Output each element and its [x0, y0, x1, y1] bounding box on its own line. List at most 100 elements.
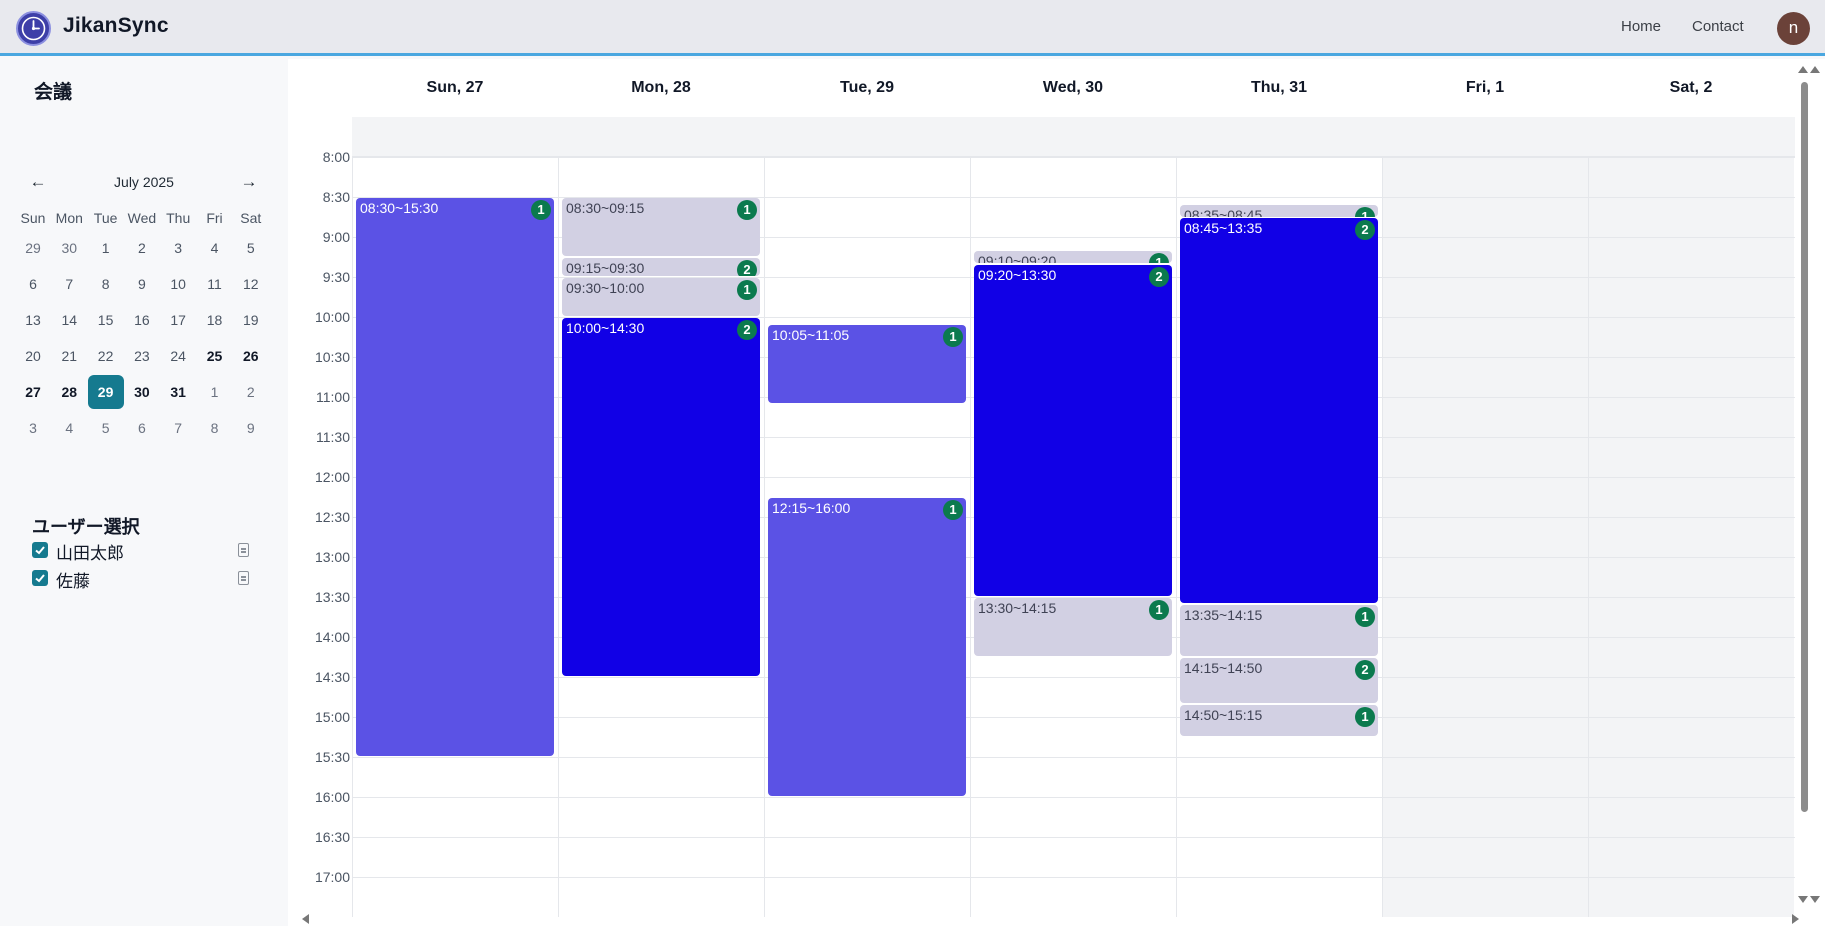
user-row[interactable]: 山田太郎	[32, 539, 258, 563]
calendar-event[interactable]: 08:45~13:35 2	[1180, 218, 1378, 603]
calendar-event[interactable]: 13:30~14:15 1	[974, 598, 1172, 656]
day-header[interactable]: Wed, 30	[970, 79, 1176, 97]
document-icon[interactable]	[238, 571, 249, 585]
time-label: 13:30	[314, 589, 350, 605]
day-header[interactable]: Tue, 29	[764, 79, 970, 97]
vertical-scrollbar[interactable]	[1797, 64, 1811, 904]
calendar-day[interactable]: 2	[233, 375, 269, 409]
scroll-left-icon[interactable]	[302, 914, 309, 924]
calendar-day[interactable]: 5	[233, 231, 269, 265]
calendar-grid[interactable]: 08:30~15:30 1 08:30~09:15 1 09:15~09:30 2 09:3…	[352, 117, 1795, 917]
calendar-day[interactable]: 22	[88, 339, 124, 373]
calendar-day[interactable]: 31	[160, 375, 196, 409]
calendar-event[interactable]: 13:35~14:15 1	[1180, 604, 1378, 656]
participant-count-badge: 1	[1355, 706, 1375, 727]
clock-logo-icon[interactable]	[16, 11, 51, 46]
user-row[interactable]: 佐藤	[32, 567, 258, 591]
calendar-day[interactable]: 23	[124, 339, 160, 373]
scroll-up-icon[interactable]	[1810, 66, 1820, 73]
participant-count-badge: 1	[737, 280, 757, 300]
calendar-day[interactable]: 6	[15, 267, 51, 301]
nav-home-link[interactable]: Home	[1621, 18, 1661, 35]
calendar-event[interactable]: 09:30~10:00 1	[562, 278, 760, 316]
calendar-day[interactable]: 29	[15, 231, 51, 265]
participant-count-badge: 1	[737, 200, 757, 220]
calendar-event[interactable]: 08:35~08:45 1	[1180, 204, 1378, 217]
time-label: 9:30	[322, 269, 350, 285]
document-icon[interactable]	[238, 543, 249, 557]
calendar-day[interactable]: 25	[197, 339, 233, 373]
calendar-day[interactable]: 5	[88, 411, 124, 445]
scroll-right-icon[interactable]	[1792, 914, 1799, 924]
day-header[interactable]: Sun, 27	[352, 79, 558, 97]
calendar-day[interactable]: 8	[197, 411, 233, 445]
calendar-day[interactable]: 7	[51, 267, 87, 301]
calendar-day[interactable]: 24	[160, 339, 196, 373]
scroll-down-icon[interactable]	[1798, 896, 1808, 903]
calendar-day[interactable]: 12	[233, 267, 269, 301]
calendar-day[interactable]: 14	[51, 303, 87, 337]
day-header[interactable]: Mon, 28	[558, 79, 764, 97]
scroll-down-icon[interactable]	[1810, 896, 1820, 903]
calendar-day[interactable]: 10	[160, 267, 196, 301]
weekday-label: Mon	[55, 210, 83, 226]
calendar-event[interactable]: 10:05~11:05 1	[768, 324, 966, 403]
calendar-event[interactable]: 14:50~15:15 1	[1180, 704, 1378, 736]
arrow-right-icon[interactable]: →	[237, 171, 261, 195]
checkbox-checked-icon[interactable]	[32, 570, 48, 586]
calendar-day[interactable]: 21	[51, 339, 87, 373]
user-avatar[interactable]: n	[1777, 12, 1810, 45]
calendar-day[interactable]: 27	[15, 375, 51, 409]
checkbox-checked-icon[interactable]	[32, 542, 48, 558]
calendar-day[interactable]: 3	[15, 411, 51, 445]
calendar-day[interactable]: 6	[124, 411, 160, 445]
calendar-day[interactable]: 28	[51, 375, 87, 409]
hour-gridline	[352, 877, 1795, 878]
calendar-event[interactable]: 09:20~13:30 2	[974, 264, 1172, 596]
calendar-day[interactable]: 8	[88, 267, 124, 301]
calendar-day[interactable]: 2	[124, 231, 160, 265]
time-label: 14:30	[314, 669, 350, 685]
nav-contact-link[interactable]: Contact	[1692, 18, 1744, 35]
calendar-day[interactable]: 1	[197, 375, 233, 409]
participant-count-badge: 1	[943, 500, 963, 520]
calendar-day[interactable]: 9	[124, 267, 160, 301]
all-day-row[interactable]	[352, 117, 1795, 157]
calendar-day[interactable]: 7	[160, 411, 196, 445]
time-label: 8:00	[322, 149, 350, 165]
calendar-day[interactable]: 17	[160, 303, 196, 337]
time-label: 11:00	[316, 389, 350, 405]
calendar-day[interactable]: 29	[87, 375, 124, 409]
calendar-day[interactable]: 18	[197, 303, 233, 337]
calendar-day[interactable]: 20	[15, 339, 51, 373]
calendar-day[interactable]: 13	[15, 303, 51, 337]
calendar-event[interactable]: 08:30~15:30 1	[356, 198, 554, 756]
calendar-day[interactable]: 30	[124, 375, 160, 409]
calendar-event[interactable]: 09:10~09:20 1	[974, 251, 1172, 264]
day-header[interactable]: Thu, 31	[1176, 79, 1382, 97]
scrollbar-thumb[interactable]	[1801, 82, 1808, 812]
calendar-day[interactable]: 1	[88, 231, 124, 265]
horizontal-scrollbar[interactable]	[300, 912, 1800, 924]
calendar-day[interactable]: 9	[233, 411, 269, 445]
calendar-day[interactable]: 26	[233, 339, 269, 373]
calendar-day[interactable]: 3	[160, 231, 196, 265]
event-time-label: 10:00~14:30	[566, 320, 645, 336]
calendar-event[interactable]: 14:15~14:50 2	[1180, 658, 1378, 703]
day-header[interactable]: Fri, 1	[1382, 79, 1588, 97]
calendar-day[interactable]: 19	[233, 303, 269, 337]
calendar-event[interactable]: 10:00~14:30 2	[562, 318, 760, 676]
calendar-day[interactable]: 4	[197, 231, 233, 265]
calendar-day[interactable]: 30	[51, 231, 87, 265]
week-calendar: Sun, 27 Mon, 28 Tue, 29 Wed, 30 Thu, 31 Fri, …	[288, 59, 1825, 926]
calendar-day[interactable]: 4	[51, 411, 87, 445]
calendar-event[interactable]: 08:30~09:15 1	[562, 198, 760, 256]
calendar-event[interactable]: 09:15~09:30 2	[562, 258, 760, 276]
calendar-day[interactable]: 15	[88, 303, 124, 337]
calendar-event[interactable]: 12:15~16:00 1	[768, 498, 966, 796]
scroll-up-icon[interactable]	[1798, 66, 1808, 73]
brand-name[interactable]: JikanSync	[63, 14, 169, 38]
calendar-day[interactable]: 11	[197, 267, 233, 301]
day-header[interactable]: Sat, 2	[1588, 79, 1794, 97]
calendar-day[interactable]: 16	[124, 303, 160, 337]
